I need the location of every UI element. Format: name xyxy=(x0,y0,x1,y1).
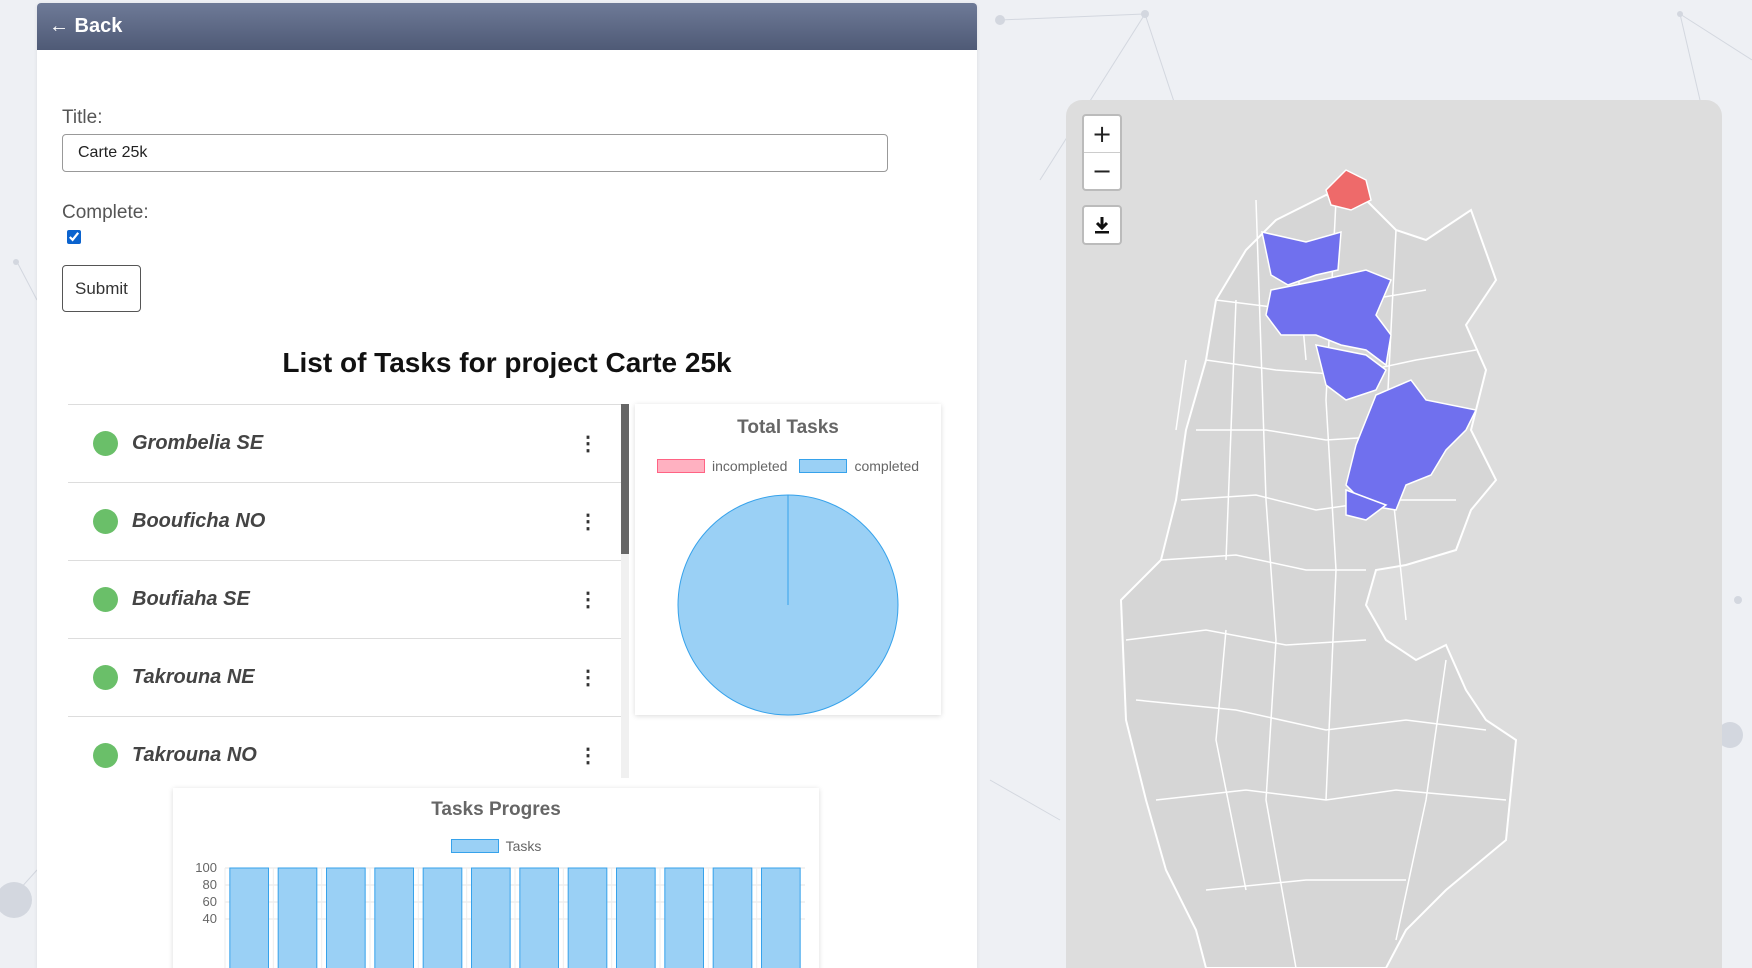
scrollbar-thumb[interactable] xyxy=(621,404,629,554)
bar[interactable] xyxy=(277,867,318,968)
total-tasks-chart: Total Tasks incompleted completed xyxy=(635,404,941,716)
legend-label: Tasks xyxy=(505,838,542,854)
chart-title: Total Tasks xyxy=(737,417,839,438)
list-item[interactable]: Grombelia SE ⋮ xyxy=(68,404,622,482)
selected-region[interactable] xyxy=(1325,169,1372,211)
chart-legend: Tasks xyxy=(173,838,819,854)
bar[interactable] xyxy=(326,867,366,968)
complete-checkbox[interactable] xyxy=(67,230,81,244)
legend-label: completed xyxy=(854,458,920,474)
title-label: Title: xyxy=(62,107,103,128)
download-icon xyxy=(1095,217,1109,234)
more-vertical-icon[interactable]: ⋮ xyxy=(578,665,598,690)
y-tick-label: 80 xyxy=(203,877,217,892)
map-canvas[interactable] xyxy=(1066,100,1722,968)
zoom-controls: + − xyxy=(1082,114,1122,191)
bar[interactable] xyxy=(229,867,269,968)
bar[interactable] xyxy=(374,867,414,968)
bar[interactable] xyxy=(664,867,705,968)
task-list-heading: List of Tasks for project Carte 25k xyxy=(282,347,732,378)
task-list[interactable]: Grombelia SE ⋮ Boouficha NO ⋮ Boufiaha S… xyxy=(68,404,622,778)
list-item[interactable]: Boouficha NO ⋮ xyxy=(68,482,622,560)
download-button[interactable] xyxy=(1082,205,1122,245)
status-dot-icon xyxy=(93,587,118,612)
y-tick-label: 100 xyxy=(195,860,217,875)
status-dot-icon xyxy=(93,665,118,690)
task-name: Grombelia SE xyxy=(132,432,264,454)
legend-swatch xyxy=(799,459,848,473)
legend-label: incompleted xyxy=(711,458,788,474)
task-list-scrollbar[interactable] xyxy=(621,404,629,778)
project-form: Title: Complete: Submit xyxy=(62,107,888,312)
region-map[interactable]: + − xyxy=(1066,100,1722,968)
bar[interactable] xyxy=(761,867,801,968)
y-tick-label: 60 xyxy=(203,894,217,909)
bar[interactable] xyxy=(712,867,753,968)
list-item[interactable]: Takrouna NE ⋮ xyxy=(68,638,622,716)
chart-title: Tasks Progres xyxy=(431,799,561,820)
task-name: Takrouna NO xyxy=(132,744,257,766)
more-vertical-icon[interactable]: ⋮ xyxy=(578,509,598,534)
pie-chart[interactable] xyxy=(673,490,903,720)
bar[interactable] xyxy=(422,867,463,968)
status-dot-icon xyxy=(93,743,118,768)
bar[interactable] xyxy=(519,867,560,968)
submit-button[interactable]: Submit xyxy=(62,265,141,312)
legend-swatch xyxy=(656,459,705,473)
bar[interactable] xyxy=(471,867,511,968)
status-dot-icon xyxy=(93,431,118,456)
legend-item-completed[interactable]: completed xyxy=(799,458,919,474)
bar[interactable] xyxy=(567,867,608,968)
more-vertical-icon[interactable]: ⋮ xyxy=(578,587,598,612)
top-bar: ← Back xyxy=(37,3,977,50)
more-vertical-icon[interactable]: ⋮ xyxy=(578,431,598,456)
chart-legend: incompleted completed xyxy=(635,458,941,474)
task-panel: ← Back Title: Complete: Submit List of T… xyxy=(37,3,977,968)
bar[interactable] xyxy=(616,867,656,968)
list-item[interactable]: Takrouna NO ⋮ xyxy=(68,716,622,778)
more-vertical-icon[interactable]: ⋮ xyxy=(578,743,598,768)
title-input[interactable] xyxy=(62,134,888,172)
list-item[interactable]: Boufiaha SE ⋮ xyxy=(68,560,622,638)
y-tick-label: 40 xyxy=(203,911,217,926)
tasks-progress-chart: 100 80 60 40 Tasks Progres Tasks xyxy=(173,788,819,968)
complete-label: Complete: xyxy=(62,202,149,223)
task-name: Boouficha NO xyxy=(132,510,266,532)
legend-item-incompleted[interactable]: incompleted xyxy=(656,458,788,474)
task-name: Takrouna NE xyxy=(132,666,255,688)
task-name: Boufiaha SE xyxy=(132,588,250,610)
zoom-out-button[interactable]: − xyxy=(1084,152,1120,189)
status-dot-icon xyxy=(93,509,118,534)
legend-item-tasks[interactable]: Tasks xyxy=(450,838,542,854)
zoom-in-button[interactable]: + xyxy=(1084,116,1120,152)
legend-swatch xyxy=(450,839,499,853)
back-link[interactable]: ← Back xyxy=(49,15,122,38)
